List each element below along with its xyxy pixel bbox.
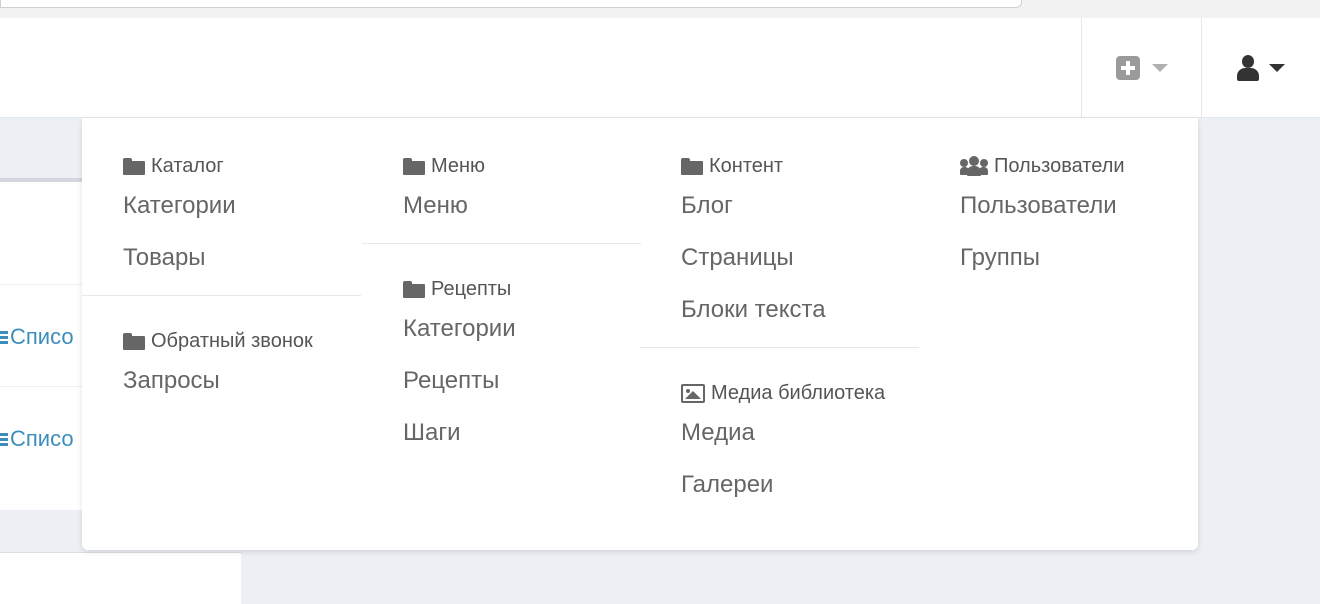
menu-item-recipe-categories[interactable]: Категории (403, 303, 641, 355)
add-new-dropdown-button[interactable] (1081, 18, 1201, 118)
menu-item-menu[interactable]: Меню (403, 180, 641, 232)
folder-icon (123, 157, 145, 175)
caret-down-icon (1151, 64, 1168, 72)
menu-item-pages[interactable]: Страницы (681, 232, 919, 284)
group-header: Обратный звонок (123, 321, 361, 355)
menu-item-media[interactable]: Медиа (681, 407, 919, 459)
group-header: Пользователи (960, 146, 1198, 180)
folder-icon (123, 332, 145, 350)
background-box-bottom (0, 552, 241, 604)
group-header: Рецепты (403, 269, 641, 303)
folder-icon (403, 157, 425, 175)
dropdown-column: Контент Блог Страницы Блоки текста Медиа… (640, 118, 919, 511)
group-catalog: Каталог Категории Товары (82, 118, 361, 284)
group-menu: Меню Меню (362, 118, 641, 232)
group-content: Контент Блог Страницы Блоки текста (640, 118, 919, 336)
group-header: Меню (403, 146, 641, 180)
menu-item-text-blocks[interactable]: Блоки текста (681, 284, 919, 336)
menu-item-blog[interactable]: Блог (681, 180, 919, 232)
list-icon (0, 431, 8, 448)
user-icon (1237, 55, 1259, 81)
dropdown-column: Каталог Категории Товары Обратный звонок… (82, 118, 361, 407)
plus-square-icon (1115, 56, 1140, 80)
list-link[interactable]: Списо (0, 324, 82, 350)
folder-icon (403, 280, 425, 298)
menu-item-catalog-categories[interactable]: Категории (123, 180, 361, 232)
group-header: Медиа библиотека (681, 373, 919, 407)
menu-item-recipes[interactable]: Рецепты (403, 355, 641, 407)
group-media: Медиа библиотека Медиа Галереи (640, 348, 919, 511)
group-header: Каталог (123, 146, 361, 180)
background-box: Списо Списо (0, 178, 84, 510)
top-navbar (0, 18, 1320, 118)
browser-address-field[interactable] (0, 0, 1022, 8)
group-header: Контент (681, 146, 919, 180)
group-callback: Обратный звонок Запросы (82, 296, 361, 407)
caret-down-icon (1269, 64, 1285, 72)
list-icon (0, 329, 8, 346)
menu-item-catalog-products[interactable]: Товары (123, 232, 361, 284)
users-icon (960, 156, 988, 176)
menu-item-users[interactable]: Пользователи (960, 180, 1198, 232)
folder-icon (681, 157, 703, 175)
group-users: Пользователи Пользователи Группы (919, 118, 1198, 284)
row-divider (0, 386, 84, 387)
browser-toolbar (0, 0, 1320, 18)
list-link[interactable]: Списо (0, 426, 82, 452)
dropdown-column: Пользователи Пользователи Группы (919, 118, 1198, 284)
add-new-dropdown-menu: Каталог Категории Товары Обратный звонок… (82, 118, 1198, 550)
group-recipes: Рецепты Категории Рецепты Шаги (362, 244, 641, 459)
dropdown-column: Меню Меню Рецепты Категории Рецепты Шаги (362, 118, 641, 459)
menu-item-recipe-steps[interactable]: Шаги (403, 407, 641, 459)
menu-item-groups[interactable]: Группы (960, 232, 1198, 284)
image-icon (681, 383, 705, 403)
menu-item-callback-requests[interactable]: Запросы (123, 355, 361, 407)
row-divider (0, 284, 84, 285)
user-menu-button[interactable] (1201, 18, 1320, 118)
menu-item-galleries[interactable]: Галереи (681, 459, 919, 511)
